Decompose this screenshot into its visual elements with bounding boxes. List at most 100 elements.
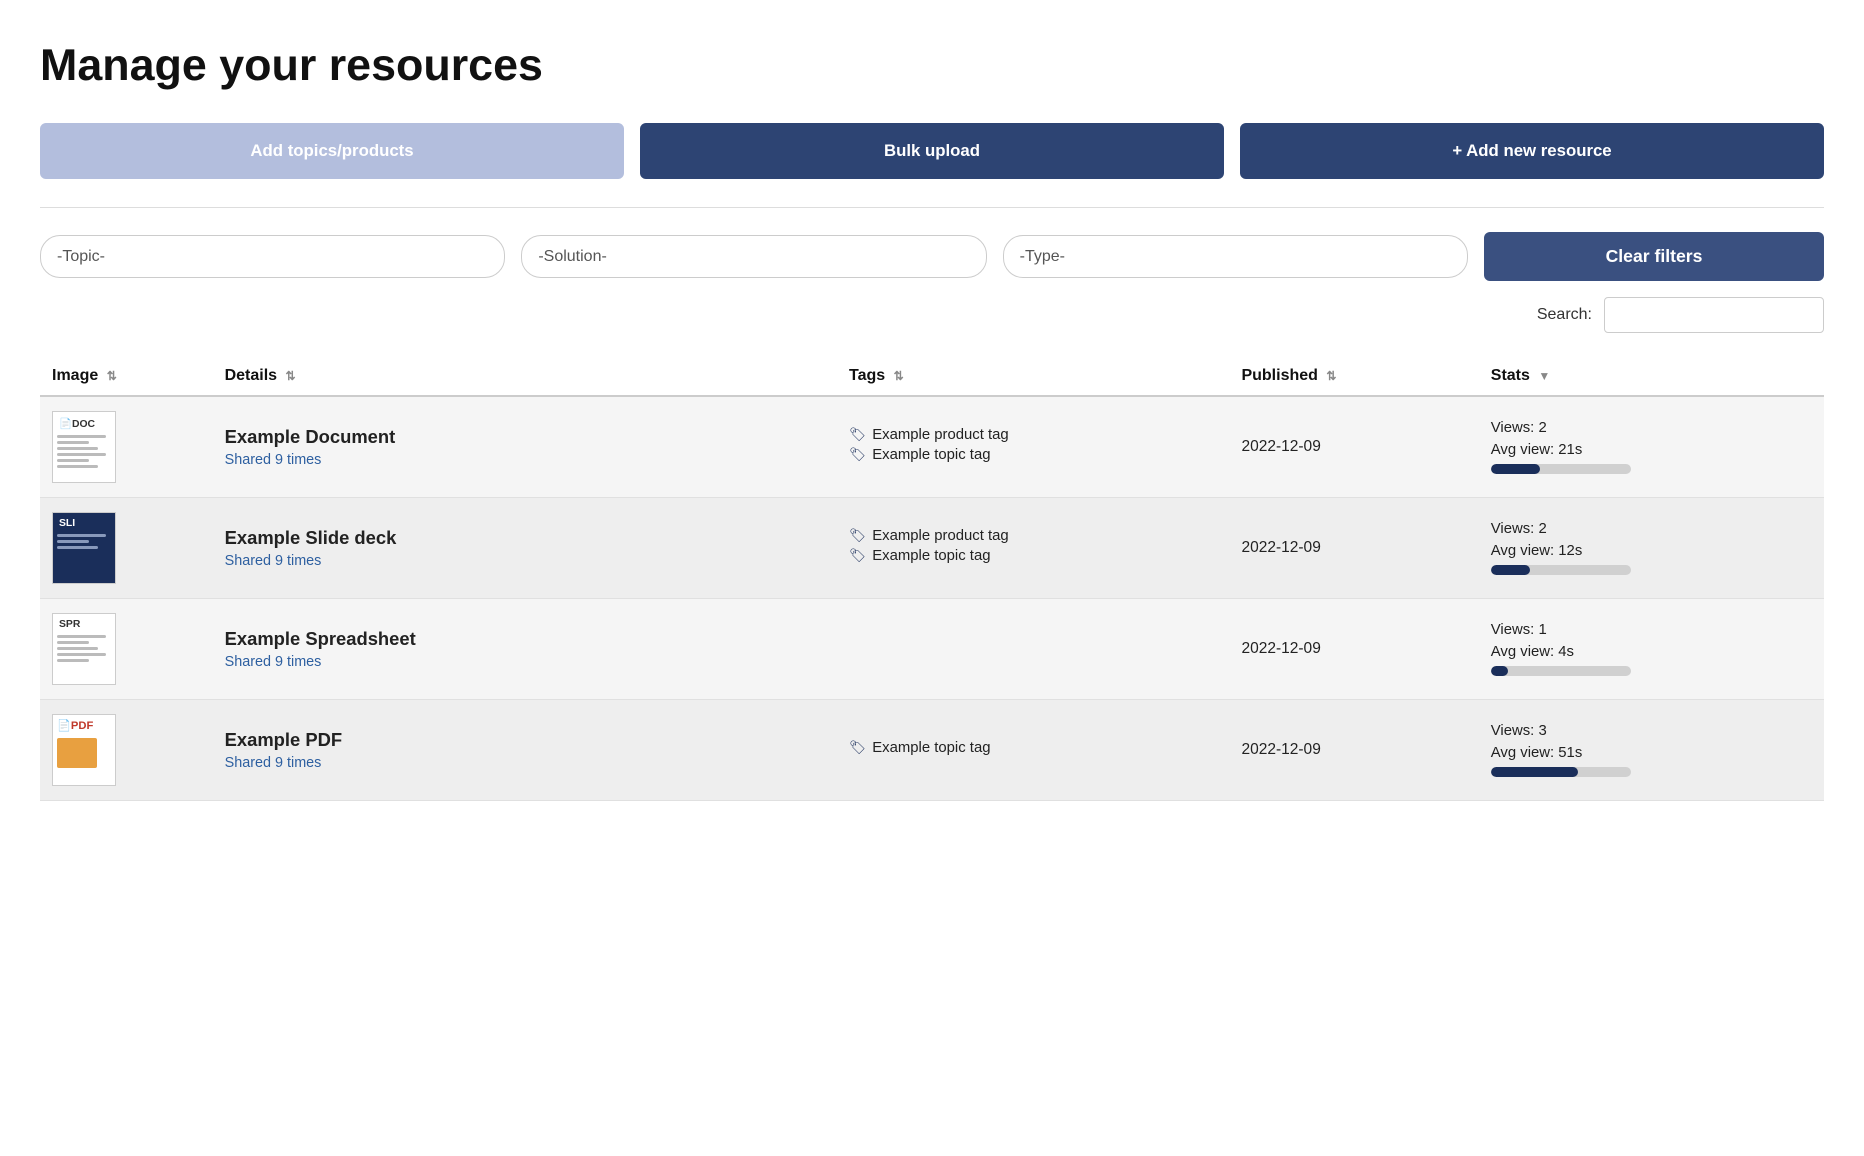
cell-image: 📄PDF bbox=[40, 700, 213, 801]
tag-icon: 🏷 bbox=[849, 528, 866, 544]
col-header-published[interactable]: Published ⇅ bbox=[1229, 357, 1478, 396]
cell-tags bbox=[837, 599, 1229, 700]
resource-thumb-pdf: 📄PDF bbox=[52, 714, 116, 786]
tag-item: 🏷 Example topic tag bbox=[849, 447, 1217, 463]
cell-stats: Views: 2 Avg view: 21s bbox=[1479, 396, 1824, 498]
sort-image-icon: ⇅ bbox=[107, 369, 117, 383]
solution-filter[interactable]: -Solution- bbox=[521, 235, 986, 278]
cell-stats: Views: 2 Avg view: 12s bbox=[1479, 498, 1824, 599]
add-resource-button[interactable]: + Add new resource bbox=[1240, 123, 1824, 179]
sort-details-icon: ⇅ bbox=[286, 369, 296, 383]
tag-icon: 🏷 bbox=[849, 740, 866, 756]
tag-label: Example product tag bbox=[872, 427, 1008, 443]
action-buttons: Add topics/products Bulk upload + Add ne… bbox=[40, 123, 1824, 179]
tag-item: 🏷 Example topic tag bbox=[849, 548, 1217, 564]
search-row: Search: bbox=[40, 297, 1824, 333]
cell-image: 📄DOC bbox=[40, 396, 213, 498]
resource-shared: Shared 9 times bbox=[225, 553, 825, 569]
tag-label: Example topic tag bbox=[872, 548, 990, 564]
resource-name: Example Slide deck bbox=[225, 527, 825, 549]
stats-avg: Avg view: 51s bbox=[1491, 745, 1812, 761]
tag-icon: 🏷 bbox=[849, 427, 866, 443]
tag-icon: 🏷 bbox=[849, 548, 866, 564]
published-date: 2022-12-09 bbox=[1241, 640, 1320, 657]
tag-item: 🏷 Example topic tag bbox=[849, 740, 1217, 756]
resource-shared: Shared 9 times bbox=[225, 654, 825, 670]
resource-shared: Shared 9 times bbox=[225, 755, 825, 771]
resource-shared: Shared 9 times bbox=[225, 452, 825, 468]
stats-avg: Avg view: 4s bbox=[1491, 644, 1812, 660]
cell-image: SLI bbox=[40, 498, 213, 599]
resource-thumb-spr: SPR bbox=[52, 613, 116, 685]
pdf-icon: 📄PDF bbox=[57, 719, 93, 732]
stats-views: Views: 1 bbox=[1491, 622, 1812, 638]
resources-table: Image ⇅ Details ⇅ Tags ⇅ Published ⇅ Sta… bbox=[40, 357, 1824, 801]
sort-tags-icon: ⇅ bbox=[894, 369, 904, 383]
table-row: 📄PDF Example PDF Shared 9 times 🏷 Exampl… bbox=[40, 700, 1824, 801]
resource-name: Example Document bbox=[225, 426, 825, 448]
table-row: 📄DOC Example Document Shared 9 times 🏷 E… bbox=[40, 396, 1824, 498]
resource-thumb-sli: SLI bbox=[52, 512, 116, 584]
stats-views: Views: 2 bbox=[1491, 420, 1812, 436]
stats-views: Views: 3 bbox=[1491, 723, 1812, 739]
table-row: SLI Example Slide deck Shared 9 times 🏷 … bbox=[40, 498, 1824, 599]
cell-tags: 🏷 Example product tag 🏷 Example topic ta… bbox=[837, 498, 1229, 599]
thumb-label: SLI bbox=[57, 517, 77, 530]
col-header-tags[interactable]: Tags ⇅ bbox=[837, 357, 1229, 396]
cell-stats: Views: 3 Avg view: 51s bbox=[1479, 700, 1824, 801]
divider bbox=[40, 207, 1824, 208]
thumb-label: SPR bbox=[57, 618, 82, 631]
page-title: Manage your resources bbox=[40, 40, 1824, 91]
stats-bar-container bbox=[1491, 565, 1631, 575]
cell-details: Example PDF Shared 9 times bbox=[213, 700, 837, 801]
table-header-row: Image ⇅ Details ⇅ Tags ⇅ Published ⇅ Sta… bbox=[40, 357, 1824, 396]
sort-stats-icon: ▼ bbox=[1538, 369, 1550, 383]
tag-label: Example product tag bbox=[872, 528, 1008, 544]
filters-row: -Topic- -Solution- -Type- Clear filters bbox=[40, 232, 1824, 281]
stats-bar-container bbox=[1491, 767, 1631, 777]
resource-thumb-doc: 📄DOC bbox=[52, 411, 116, 483]
stats-avg: Avg view: 21s bbox=[1491, 442, 1812, 458]
thumb-label: 📄DOC bbox=[57, 416, 97, 431]
stats-bar-fill bbox=[1491, 464, 1540, 474]
resource-name: Example PDF bbox=[225, 729, 825, 751]
stats-bar-fill bbox=[1491, 565, 1530, 575]
type-filter[interactable]: -Type- bbox=[1003, 235, 1468, 278]
add-topics-button[interactable]: Add topics/products bbox=[40, 123, 624, 179]
cell-tags: 🏷 Example product tag 🏷 Example topic ta… bbox=[837, 396, 1229, 498]
col-header-details[interactable]: Details ⇅ bbox=[213, 357, 837, 396]
stats-bar-fill bbox=[1491, 767, 1578, 777]
cell-published: 2022-12-09 bbox=[1229, 396, 1478, 498]
stats-bar-container bbox=[1491, 464, 1631, 474]
search-input[interactable] bbox=[1604, 297, 1824, 333]
published-date: 2022-12-09 bbox=[1241, 438, 1320, 455]
stats-avg: Avg view: 12s bbox=[1491, 543, 1812, 559]
cell-published: 2022-12-09 bbox=[1229, 599, 1478, 700]
tag-icon: 🏷 bbox=[849, 447, 866, 463]
cell-stats: Views: 1 Avg view: 4s bbox=[1479, 599, 1824, 700]
tag-item: 🏷 Example product tag bbox=[849, 528, 1217, 544]
stats-bar-fill bbox=[1491, 666, 1508, 676]
tag-label: Example topic tag bbox=[872, 740, 990, 756]
cell-image: SPR bbox=[40, 599, 213, 700]
bulk-upload-button[interactable]: Bulk upload bbox=[640, 123, 1224, 179]
stats-bar-container bbox=[1491, 666, 1631, 676]
search-label: Search: bbox=[1537, 306, 1592, 324]
cell-details: Example Document Shared 9 times bbox=[213, 396, 837, 498]
clear-filters-button[interactable]: Clear filters bbox=[1484, 232, 1824, 281]
cell-details: Example Spreadsheet Shared 9 times bbox=[213, 599, 837, 700]
cell-published: 2022-12-09 bbox=[1229, 498, 1478, 599]
cell-published: 2022-12-09 bbox=[1229, 700, 1478, 801]
stats-views: Views: 2 bbox=[1491, 521, 1812, 537]
published-date: 2022-12-09 bbox=[1241, 741, 1320, 758]
cell-tags: 🏷 Example topic tag bbox=[837, 700, 1229, 801]
col-header-stats[interactable]: Stats ▼ bbox=[1479, 357, 1824, 396]
table-row: SPR Example Spreadsheet Shared 9 times 2… bbox=[40, 599, 1824, 700]
resource-name: Example Spreadsheet bbox=[225, 628, 825, 650]
col-header-image[interactable]: Image ⇅ bbox=[40, 357, 213, 396]
topic-filter[interactable]: -Topic- bbox=[40, 235, 505, 278]
published-date: 2022-12-09 bbox=[1241, 539, 1320, 556]
tag-label: Example topic tag bbox=[872, 447, 990, 463]
cell-details: Example Slide deck Shared 9 times bbox=[213, 498, 837, 599]
sort-published-icon: ⇅ bbox=[1326, 369, 1336, 383]
